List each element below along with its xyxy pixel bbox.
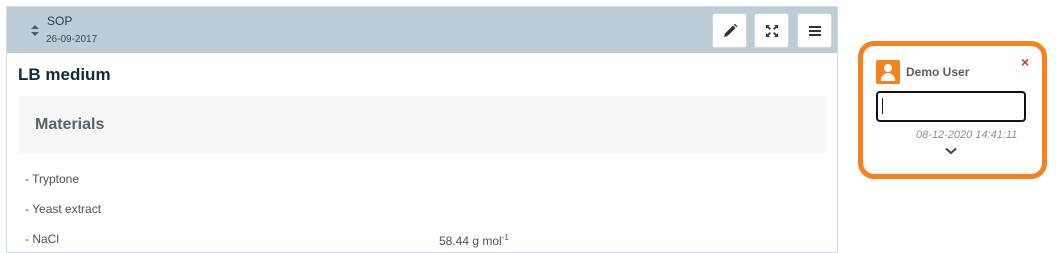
comment-timestamp: 08-12-2020 14:41:11 <box>916 129 1018 141</box>
chevron-down-icon[interactable] <box>945 147 957 155</box>
comment-user-name: Demo User <box>906 65 970 79</box>
nacl-molar-mass: 58.44 g mol-1 <box>439 233 509 249</box>
hamburger-icon <box>808 25 821 36</box>
user-avatar-icon <box>876 60 900 84</box>
comment-popover: Demo User × 08-12-2020 14:41:11 <box>858 41 1047 179</box>
material-item: - NaCl <box>25 232 60 246</box>
molar-mass-value: 58.44 g mol <box>439 234 502 248</box>
materials-section: Materials <box>18 96 826 153</box>
text-cursor <box>882 98 883 114</box>
section-date: 26-09-2017 <box>46 34 98 45</box>
document-title: LB medium <box>18 65 111 84</box>
material-item: - Tryptone <box>25 172 80 186</box>
close-icon[interactable]: × <box>1021 55 1029 69</box>
section-title: SOP <box>47 14 73 28</box>
fullscreen-button[interactable] <box>754 13 789 48</box>
card-header: SOP 26-09-2017 <box>7 7 837 53</box>
menu-button[interactable] <box>797 13 832 48</box>
sort-handle-icon[interactable] <box>30 24 40 38</box>
pencil-icon <box>723 23 737 37</box>
edit-button[interactable] <box>712 13 747 48</box>
molar-mass-exponent: -1 <box>501 233 509 242</box>
materials-heading: Materials <box>35 116 105 133</box>
sop-card: SOP 26-09-2017 LB medium Materials - Try… <box>6 6 838 253</box>
comment-input[interactable] <box>876 91 1026 122</box>
material-item: - Yeast extract <box>25 202 102 216</box>
expand-icon <box>765 24 778 37</box>
